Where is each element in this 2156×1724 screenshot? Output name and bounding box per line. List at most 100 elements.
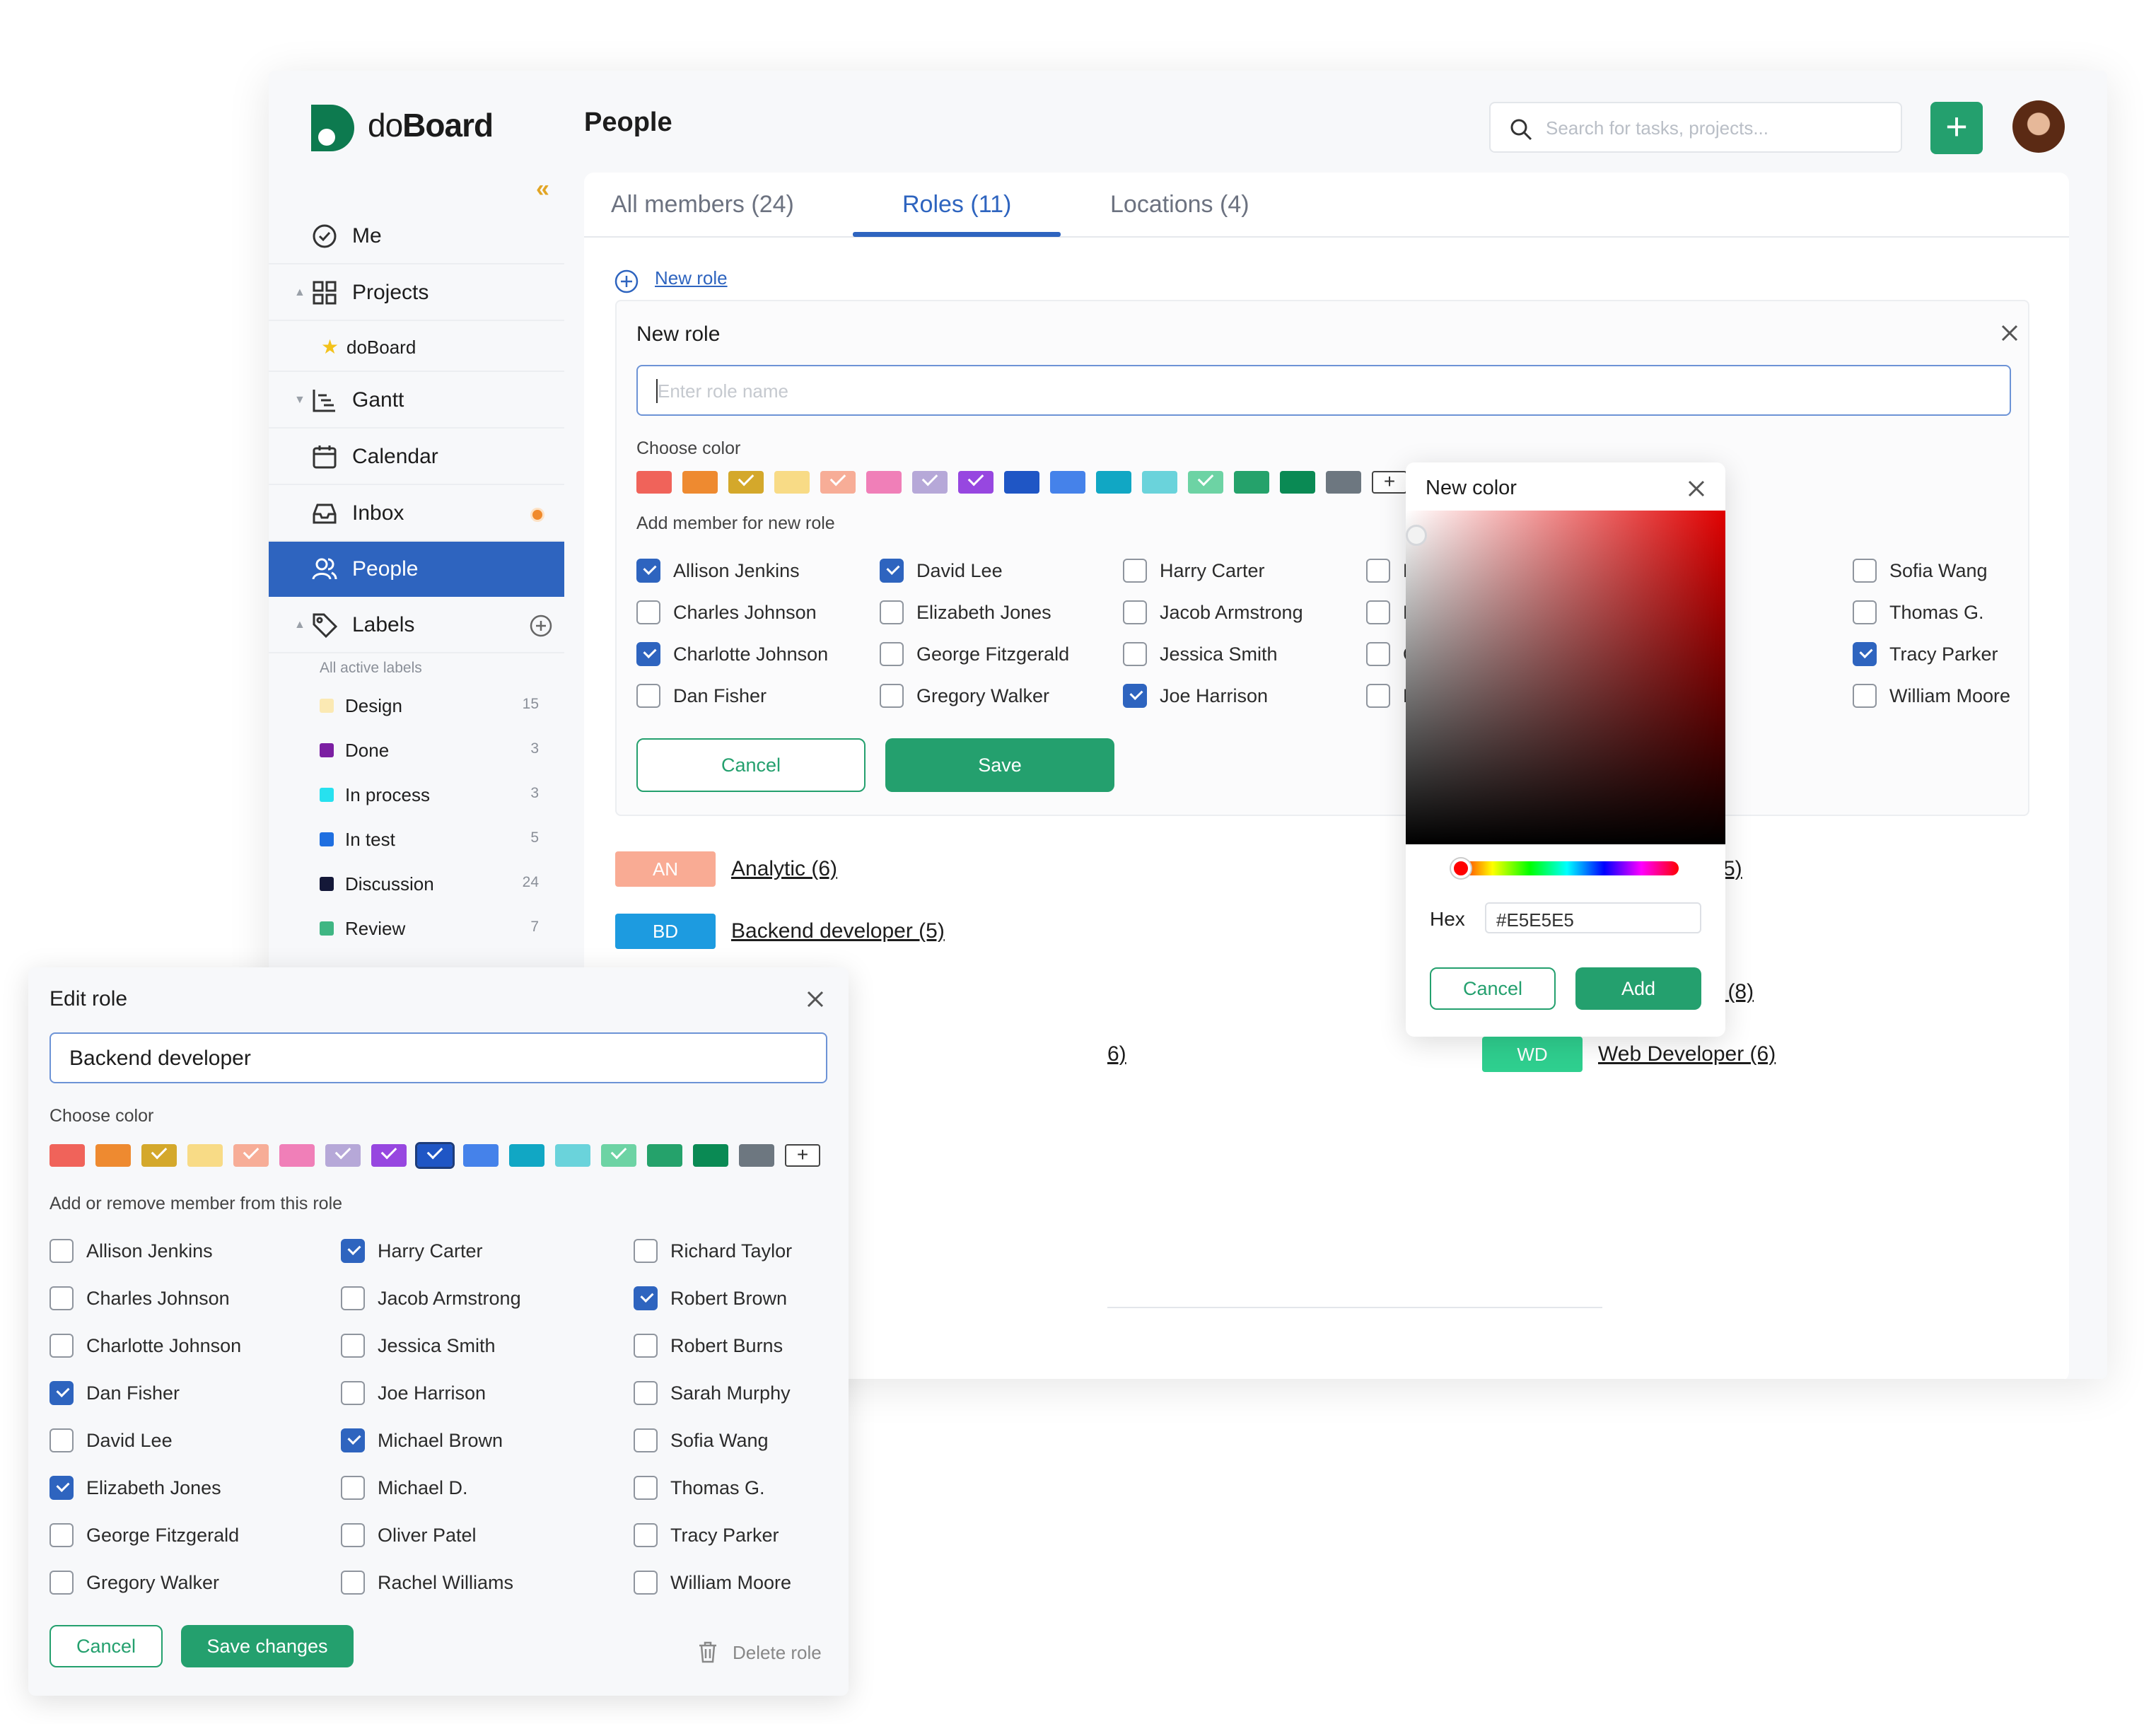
color-swatch[interactable]: [325, 1143, 361, 1167]
checkbox[interactable]: [880, 642, 904, 666]
color-swatch[interactable]: [463, 1144, 499, 1167]
label-item[interactable]: Discussion 24: [320, 871, 539, 899]
color-swatch[interactable]: [1004, 471, 1039, 494]
add-label-icon[interactable]: [529, 614, 553, 638]
checkbox[interactable]: [636, 684, 660, 708]
cancel-button[interactable]: Cancel: [1430, 967, 1556, 1010]
checkbox[interactable]: [880, 600, 904, 624]
label-item[interactable]: In test 5: [320, 827, 539, 855]
checkbox[interactable]: [1123, 684, 1147, 708]
checkbox[interactable]: [49, 1381, 74, 1405]
checkbox[interactable]: [636, 600, 660, 624]
search-input[interactable]: Search for tasks, projects...: [1489, 102, 1902, 153]
hue-handle[interactable]: [1451, 858, 1471, 878]
saturation-area[interactable]: [1406, 511, 1725, 844]
checkbox[interactable]: [634, 1428, 658, 1452]
add-circle-icon[interactable]: [614, 269, 639, 294]
color-swatch[interactable]: [371, 1143, 407, 1167]
checkbox[interactable]: [634, 1334, 658, 1358]
color-swatch[interactable]: [693, 1144, 728, 1167]
tab-all-members[interactable]: All members (24): [611, 191, 794, 219]
caret-up-icon[interactable]: ▲: [294, 286, 305, 299]
color-swatch[interactable]: [415, 1142, 455, 1169]
color-swatch[interactable]: [233, 1143, 269, 1167]
tab-roles[interactable]: Roles (11): [902, 191, 1011, 219]
checkbox[interactable]: [636, 642, 660, 666]
label-item[interactable]: Review 7: [320, 916, 539, 944]
checkbox[interactable]: [341, 1334, 365, 1358]
close-icon[interactable]: [1686, 478, 1707, 499]
color-swatch[interactable]: [958, 470, 993, 494]
color-swatch[interactable]: [820, 470, 856, 494]
label-item[interactable]: In process 3: [320, 782, 539, 810]
checkbox[interactable]: [1123, 559, 1147, 583]
checkbox[interactable]: [341, 1381, 365, 1405]
checkbox[interactable]: [341, 1286, 365, 1310]
checkbox[interactable]: [634, 1476, 658, 1500]
role-name-link[interactable]: Analytic (6): [731, 857, 837, 881]
avatar[interactable]: [2012, 100, 2065, 153]
checkbox[interactable]: [880, 559, 904, 583]
sidebar-item-inbox[interactable]: Inbox: [269, 487, 564, 542]
checkbox[interactable]: [634, 1523, 658, 1547]
checkbox[interactable]: [880, 684, 904, 708]
color-swatch[interactable]: [555, 1144, 590, 1167]
collapse-sidebar-icon[interactable]: «: [536, 175, 549, 203]
color-swatch[interactable]: [1326, 471, 1361, 494]
checkbox[interactable]: [1853, 642, 1877, 666]
color-swatch[interactable]: [1234, 471, 1269, 494]
sidebar-item-projects[interactable]: ▲ Projects: [269, 266, 564, 321]
add-color-button[interactable]: Add: [1575, 967, 1701, 1010]
checkbox[interactable]: [49, 1334, 74, 1358]
checkbox[interactable]: [49, 1523, 74, 1547]
color-swatch[interactable]: [739, 1144, 774, 1167]
checkbox[interactable]: [1853, 684, 1877, 708]
checkbox[interactable]: [341, 1428, 365, 1452]
role-name-input[interactable]: Enter role name: [636, 365, 2011, 416]
role-name-input[interactable]: Backend developer: [49, 1032, 827, 1083]
checkbox[interactable]: [1123, 600, 1147, 624]
cancel-button[interactable]: Cancel: [49, 1625, 163, 1667]
save-button[interactable]: Save: [885, 738, 1114, 792]
color-swatch[interactable]: [774, 471, 810, 494]
role-name-link[interactable]: Web Developer (6): [1598, 1042, 1776, 1066]
checkbox[interactable]: [634, 1571, 658, 1595]
checkbox[interactable]: [49, 1476, 74, 1500]
sidebar-item-gantt[interactable]: ▼ Gantt: [269, 373, 564, 429]
checkbox[interactable]: [1853, 559, 1877, 583]
sidebar-item-doboard[interactable]: ★ doBoard: [269, 322, 564, 372]
color-swatch[interactable]: [866, 471, 902, 494]
sidebar-item-calendar[interactable]: Calendar: [269, 430, 564, 485]
close-icon[interactable]: [805, 989, 826, 1010]
checkbox[interactable]: [49, 1428, 74, 1452]
save-changes-button[interactable]: Save changes: [181, 1625, 354, 1667]
color-swatch[interactable]: [912, 470, 948, 494]
checkbox[interactable]: [49, 1239, 74, 1263]
checkbox[interactable]: [1853, 600, 1877, 624]
trash-icon[interactable]: [697, 1641, 718, 1663]
sidebar-item-labels[interactable]: ▲ Labels: [269, 598, 564, 653]
color-swatch[interactable]: [95, 1144, 131, 1167]
checkbox[interactable]: [341, 1476, 365, 1500]
add-color-button[interactable]: +: [785, 1144, 820, 1167]
label-item[interactable]: Design 15: [320, 693, 539, 721]
color-swatch[interactable]: [1188, 470, 1223, 494]
add-button[interactable]: +: [1930, 102, 1983, 154]
label-item[interactable]: Done 3: [320, 738, 539, 766]
new-role-link[interactable]: New role: [655, 267, 728, 289]
saturation-handle[interactable]: [1406, 525, 1427, 546]
tab-locations[interactable]: Locations (4): [1110, 191, 1249, 219]
checkbox[interactable]: [49, 1286, 74, 1310]
close-icon[interactable]: [1999, 322, 2020, 344]
cancel-button[interactable]: Cancel: [636, 738, 866, 792]
checkbox[interactable]: [634, 1286, 658, 1310]
color-swatch[interactable]: [1280, 471, 1315, 494]
caret-down-icon[interactable]: ▼: [294, 394, 305, 407]
role-name-link[interactable]: 6): [1107, 1042, 1126, 1066]
color-swatch[interactable]: [49, 1144, 85, 1167]
color-swatch[interactable]: [1142, 471, 1177, 494]
role-name-link[interactable]: Backend developer (5): [731, 919, 945, 943]
sidebar-item-people[interactable]: People: [269, 542, 564, 597]
checkbox[interactable]: [1123, 642, 1147, 666]
color-swatch[interactable]: [187, 1144, 223, 1167]
